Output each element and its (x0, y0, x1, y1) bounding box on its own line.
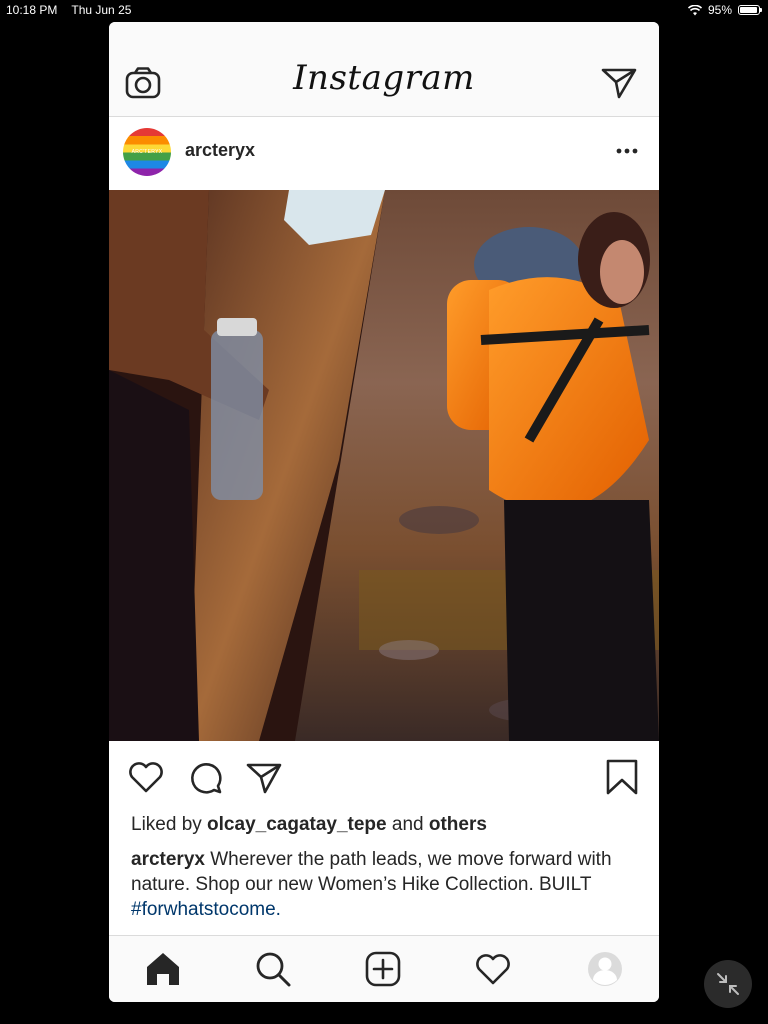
instagram-app: Instagram ARC'TERYX arcteryx Liked by ol… (109, 22, 659, 1002)
liked-prefix: Liked by (131, 814, 208, 835)
more-dots-icon[interactable] (613, 141, 641, 161)
wifi-icon (687, 4, 702, 15)
status-time: 10:18 PM (6, 3, 58, 17)
comment-icon[interactable] (186, 758, 224, 796)
instagram-logo: Instagram (293, 58, 475, 98)
status-date: Thu Jun 25 (71, 3, 132, 17)
post-header: ARC'TERYX arcteryx (109, 117, 659, 190)
likes-text: Liked by olcay_cagatay_tepe and others (131, 814, 487, 836)
search-icon[interactable] (253, 949, 293, 989)
top-bar: Instagram (109, 22, 659, 117)
liked-middle: and (386, 814, 429, 835)
paper-plane-icon[interactable] (245, 758, 283, 796)
heart-icon[interactable] (127, 758, 165, 796)
bottom-tab-bar (109, 935, 659, 1002)
bookmark-icon[interactable] (603, 758, 641, 796)
collapse-icon (717, 973, 739, 995)
home-icon[interactable] (143, 949, 183, 989)
battery-icon (738, 5, 762, 15)
post-image[interactable] (109, 190, 659, 741)
avatar-brand-text: ARC'TERYX (131, 149, 163, 155)
paper-plane-icon[interactable] (601, 66, 637, 100)
post-username[interactable]: arcteryx (185, 140, 255, 161)
caption-username[interactable]: arcteryx (131, 849, 205, 870)
plus-square-icon[interactable] (363, 949, 403, 989)
profile-icon[interactable] (585, 949, 625, 989)
post-caption: arcteryx Wherever the path leads, we mov… (131, 847, 641, 922)
battery-percent: 95% (707, 3, 732, 17)
status-bar: 10:18 PM Thu Jun 25 95% (0, 0, 768, 20)
collapse-button[interactable] (704, 960, 752, 1008)
caption-hashtag[interactable]: #forwhatstocome. (131, 899, 281, 920)
liked-others[interactable]: others (429, 814, 487, 835)
avatar[interactable]: ARC'TERYX (123, 128, 171, 176)
heart-icon[interactable] (473, 949, 513, 989)
post-actions (109, 741, 659, 811)
liked-user[interactable]: olcay_cagatay_tepe (207, 814, 387, 835)
